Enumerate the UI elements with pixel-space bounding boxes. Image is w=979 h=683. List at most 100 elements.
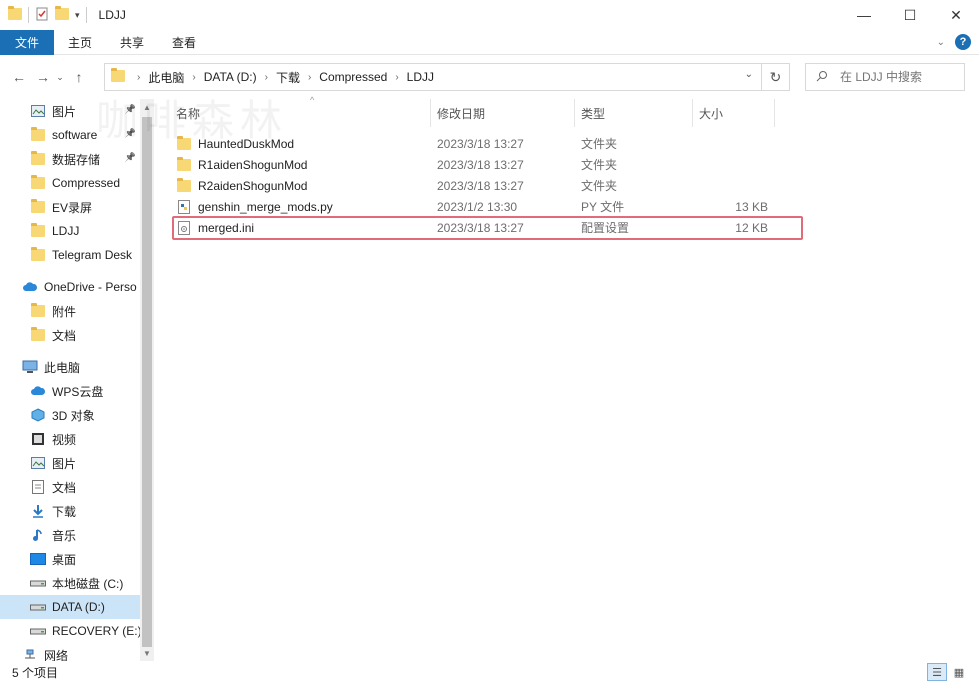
view-toggle: ☰ ▦ — [927, 663, 969, 681]
details-view-icon[interactable]: ☰ — [927, 663, 947, 681]
folder-icon — [176, 177, 192, 194]
up-button[interactable]: ↑ — [68, 66, 90, 88]
column-header-size[interactable]: 大小 — [693, 99, 775, 127]
sidebar-item[interactable]: 下载 — [0, 499, 140, 523]
sidebar-item-label: 文档 — [52, 480, 77, 495]
chevron-down-icon[interactable]: ⌄ — [745, 69, 753, 80]
help-icon[interactable]: ? — [955, 34, 971, 50]
title-bar: ▾ LDJJ — ☐ ✕ — [0, 0, 979, 30]
file-row[interactable]: merged.ini 2023/3/18 13:27 配置设置 12 KB — [170, 217, 804, 238]
folder-icon — [111, 67, 125, 85]
sidebar-item[interactable]: 音乐 — [0, 523, 140, 547]
expand-ribbon-icon[interactable]: ⌄ — [937, 37, 945, 48]
breadcrumb-downloads[interactable]: 下载 — [276, 69, 300, 86]
sidebar-item-label: Telegram Desk — [52, 248, 133, 262]
file-name: merged.ini — [176, 217, 254, 238]
sidebar-item[interactable]: software 📌 — [0, 123, 140, 147]
navigation-bar: ← → ⌄ ↑ › 此电脑 › DATA (D:) › 下载 › Compres… — [0, 55, 979, 99]
sidebar-item[interactable]: 数据存储 📌 — [0, 147, 140, 171]
maximize-button[interactable]: ☐ — [887, 0, 933, 30]
large-icons-view-icon[interactable]: ▦ — [949, 663, 969, 681]
chevron-right-icon[interactable]: › — [265, 72, 268, 83]
file-name-text: merged.ini — [198, 220, 255, 235]
quick-access-toolbar: ▾ — [0, 5, 87, 24]
divider — [85, 7, 87, 23]
chevron-right-icon[interactable]: › — [395, 72, 398, 83]
chevron-right-icon[interactable]: › — [192, 72, 195, 83]
new-folder-icon[interactable] — [55, 5, 69, 23]
chevron-right-icon[interactable]: › — [137, 72, 140, 83]
scroll-down-arrow[interactable]: ▼ — [140, 645, 154, 661]
folder-icon — [30, 303, 46, 319]
search-box[interactable] — [805, 63, 965, 91]
sidebar-item[interactable]: 文档 — [0, 475, 140, 499]
sidebar-item[interactable]: DATA (D:) — [0, 595, 140, 619]
sidebar-item[interactable]: 网络 — [0, 643, 140, 661]
sidebar-item[interactable]: 此电脑 — [0, 355, 140, 379]
sidebar-item[interactable]: WPS云盘 — [0, 379, 140, 403]
forward-button[interactable]: → — [32, 66, 54, 88]
document-icon — [30, 479, 46, 495]
sidebar-item[interactable]: RECOVERY (E:) — [0, 619, 140, 643]
back-button[interactable]: ← — [8, 66, 30, 88]
properties-icon[interactable] — [35, 7, 49, 24]
scroll-up-arrow[interactable]: ▲ — [140, 99, 154, 115]
folder-icon — [30, 199, 46, 215]
sidebar-item[interactable]: 图片 — [0, 451, 140, 475]
sidebar-item[interactable]: LDJJ — [0, 219, 140, 243]
sidebar-item[interactable]: 图片 📌 — [0, 99, 140, 123]
sidebar-item[interactable]: Telegram Desk — [0, 243, 140, 267]
tab-view[interactable]: 查看 — [158, 30, 210, 55]
drive-icon — [30, 599, 46, 615]
sidebar-item[interactable]: EV录屏 — [0, 195, 140, 219]
sidebar-item[interactable]: 本地磁盘 (C:) — [0, 571, 140, 595]
sidebar-item[interactable]: 桌面 — [0, 547, 140, 571]
sidebar-item-label: 视频 — [52, 432, 77, 447]
refresh-button[interactable]: ↻ — [762, 63, 790, 91]
sidebar-item-label: 3D 对象 — [52, 408, 95, 423]
sidebar-item-label: 文档 — [52, 328, 77, 343]
column-header-date[interactable]: 修改日期 — [431, 99, 575, 127]
file-name-text: HauntedDuskMod — [198, 136, 295, 151]
sidebar-item[interactable]: 3D 对象 — [0, 403, 140, 427]
breadcrumb-this-pc[interactable]: 此电脑 — [148, 69, 184, 86]
divider — [28, 7, 29, 23]
minimize-button[interactable]: — — [841, 0, 887, 30]
sidebar-item[interactable]: 视频 — [0, 427, 140, 451]
breadcrumb-data-drive[interactable]: DATA (D:) — [204, 70, 257, 84]
file-type: 文件夹 — [581, 137, 618, 151]
settings-file-icon — [176, 220, 192, 236]
scrollbar-thumb[interactable] — [142, 117, 152, 647]
folder-icon — [30, 223, 46, 239]
close-button[interactable]: ✕ — [933, 0, 979, 30]
pin-icon: 📌 — [124, 152, 136, 162]
file-row[interactable]: R1aidenShogunMod 2023/3/18 13:27 文件夹 — [170, 154, 804, 175]
file-row[interactable]: genshin_merge_mods.py 2023/1/2 13:30 PY 文件… — [170, 196, 804, 217]
folder-icon[interactable] — [8, 5, 22, 23]
sidebar-item[interactable]: 文档 — [0, 323, 140, 347]
chevron-right-icon[interactable]: › — [308, 72, 311, 83]
column-header-type[interactable]: 类型 — [575, 99, 693, 127]
breadcrumb-compressed[interactable]: Compressed — [319, 70, 387, 84]
customize-dropdown-icon[interactable]: ▾ — [75, 10, 80, 21]
address-bar[interactable]: › 此电脑 › DATA (D:) › 下载 › Compressed › LD… — [104, 63, 762, 91]
tab-home[interactable]: 主页 — [54, 30, 106, 55]
file-row[interactable]: R2aidenShogunMod 2023/3/18 13:27 文件夹 — [170, 175, 804, 196]
sidebar-scrollbar[interactable]: ▲ ▼ — [140, 99, 154, 661]
recent-locations-dropdown[interactable]: ⌄ — [54, 66, 66, 88]
tab-file[interactable]: 文件 — [0, 29, 54, 55]
file-row[interactable]: HauntedDuskMod 2023/3/18 13:27 文件夹 — [170, 133, 804, 154]
sidebar-item-label: 桌面 — [52, 552, 77, 567]
column-header-name[interactable]: 名称 ^ — [170, 95, 431, 127]
tab-share[interactable]: 共享 — [106, 30, 158, 55]
file-size — [690, 175, 768, 196]
sidebar-item[interactable]: Compressed — [0, 171, 140, 195]
folder-icon — [30, 151, 46, 167]
folder-icon — [30, 175, 46, 191]
search-input[interactable] — [840, 70, 960, 84]
sidebar-item-label: Compressed — [52, 176, 121, 190]
sidebar-item-label: OneDrive - Perso — [44, 280, 137, 294]
sidebar-item[interactable]: 附件 — [0, 299, 140, 323]
breadcrumb-ldjj[interactable]: LDJJ — [407, 70, 434, 84]
sidebar-item[interactable]: OneDrive - Perso — [0, 275, 140, 299]
